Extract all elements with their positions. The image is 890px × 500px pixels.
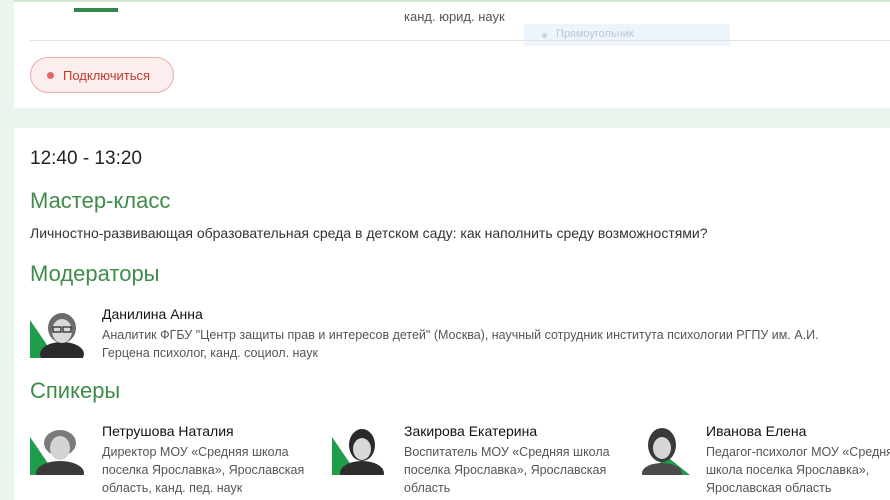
speakers-title: Спикеры	[30, 378, 121, 403]
moderator-name: Данилина Анна	[102, 306, 203, 322]
moderators-title: Модераторы	[30, 261, 160, 286]
session-description: Личностно-развивающая образовательная ср…	[30, 225, 708, 241]
previous-session-card: канд. юрид. наук Прямоугольник Подключит…	[14, 0, 890, 108]
active-tab-indicator	[74, 8, 118, 12]
speaker-description-line: Воспитатель МОУ «Средняя школа	[404, 445, 610, 459]
speaker-description: Воспитатель МОУ «Средняя школа поселка Я…	[404, 443, 610, 497]
speaker-card[interactable]: Иванова Елена Педагог-психолог МОУ «Сред…	[634, 423, 890, 495]
speaker-name: Закирова Екатерина	[404, 423, 538, 439]
speaker-description-line: область	[404, 481, 451, 495]
avatar-photo	[634, 423, 690, 475]
ghost-rectangle-chip: Прямоугольник	[524, 24, 730, 46]
speaker-description-line: школа поселка Ярославка»,	[706, 463, 870, 477]
speaker-description-line: область, канд. пед. наук	[102, 481, 243, 495]
speaker-description-line: Ярославская область	[706, 481, 832, 495]
moderator-description-line: Герцена психолог, канд. социол. наук	[102, 346, 318, 360]
join-button[interactable]: Подключиться	[30, 57, 174, 93]
moderator-description: Аналитик ФГБУ "Центр защиты прав и интер…	[102, 326, 819, 362]
ghost-rectangle-label: Прямоугольник	[556, 28, 634, 40]
avatar-photo	[332, 423, 388, 475]
speaker-description-line: Педагог-психолог МОУ «Средняя	[706, 445, 890, 459]
session-time: 12:40 - 13:20	[30, 148, 142, 169]
speaker-degree-text: канд. юрид. наук	[404, 9, 505, 24]
speaker-description-line: поселка Ярославка», Ярославская	[404, 463, 607, 477]
speaker-description: Директор МОУ «Средняя школа поселка Ярос…	[102, 443, 304, 497]
avatar	[332, 423, 388, 475]
session-type-title: Мастер-класс	[30, 188, 171, 213]
top-border	[14, 0, 890, 2]
avatar	[30, 423, 86, 475]
avatar-photo	[30, 306, 86, 358]
live-dot-icon	[47, 71, 54, 79]
speaker-description: Педагог-психолог МОУ «Средняя школа посе…	[706, 443, 890, 497]
join-button-label: Подключиться	[63, 67, 151, 83]
speaker-card[interactable]: Закирова Екатерина Воспитатель МОУ «Сред…	[332, 423, 632, 495]
avatar	[634, 423, 690, 475]
divider	[30, 40, 890, 41]
ghost-dot-icon	[542, 33, 547, 38]
speaker-name: Иванова Елена	[706, 423, 807, 439]
speaker-name: Петрушова Наталия	[102, 423, 234, 439]
avatar	[30, 306, 86, 358]
speaker-card[interactable]: Петрушова Наталия Директор МОУ «Средняя …	[30, 423, 330, 495]
speaker-description-line: Директор МОУ «Средняя школа	[102, 445, 289, 459]
session-card: 12:40 - 13:20 Мастер-класс Личностно-раз…	[14, 128, 890, 500]
moderator-description-line: Аналитик ФГБУ "Центр защиты прав и интер…	[102, 328, 819, 342]
avatar-photo	[30, 423, 86, 475]
moderator-card[interactable]: Данилина Анна Аналитик ФГБУ "Центр защит…	[30, 306, 890, 366]
speaker-description-line: поселка Ярославка», Ярославская	[102, 463, 305, 477]
